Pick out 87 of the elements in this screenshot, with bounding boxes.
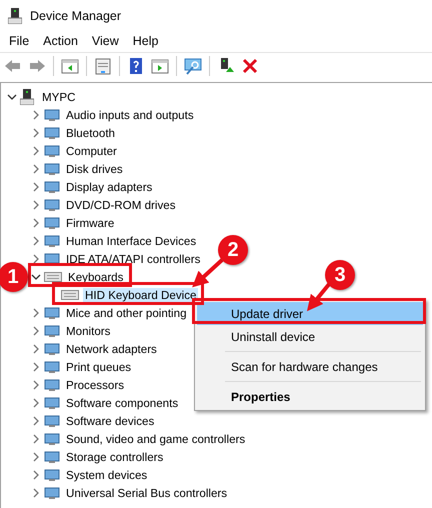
device-icon	[44, 395, 60, 411]
step-number: 2	[218, 235, 248, 265]
expand-icon[interactable]	[31, 236, 41, 246]
tree-item[interactable]: Software components	[64, 396, 180, 410]
tree-item[interactable]: Network adapters	[64, 342, 159, 356]
step-number: 1	[0, 262, 28, 292]
expand-icon[interactable]	[31, 326, 41, 336]
window-icon[interactable]	[150, 57, 170, 75]
expand-icon[interactable]	[31, 182, 41, 192]
device-icon	[44, 179, 60, 195]
tree-item[interactable]: Computer	[64, 144, 119, 158]
tree-item[interactable]: Software devices	[64, 414, 156, 428]
arrow	[306, 282, 332, 312]
expand-icon[interactable]	[31, 380, 41, 390]
tree-item[interactable]: Keyboards	[66, 270, 126, 284]
tree-item[interactable]: Disk drives	[64, 162, 125, 176]
menu-item[interactable]: View	[84, 32, 126, 52]
expand-icon[interactable]	[31, 470, 41, 480]
expand-icon[interactable]	[31, 128, 41, 138]
device-icon	[44, 143, 60, 159]
collapse-icon[interactable]	[7, 92, 17, 102]
tree-item[interactable]: Mice and other pointing	[64, 306, 189, 320]
tree-item[interactable]: Processors	[64, 378, 126, 392]
device-icon	[44, 305, 60, 321]
expand-icon[interactable]	[31, 146, 41, 156]
tree-item[interactable]: Monitors	[64, 324, 112, 338]
keyboard-icon	[61, 289, 79, 301]
computer-icon	[20, 89, 34, 105]
device-icon	[44, 233, 60, 249]
delete-icon[interactable]	[240, 57, 260, 75]
properties-icon[interactable]	[93, 57, 113, 75]
keyboard-icon	[44, 271, 62, 283]
tree-item[interactable]: DVD/CD-ROM drives	[64, 198, 178, 212]
expand-icon[interactable]	[31, 452, 41, 462]
tree-item[interactable]: Storage controllers	[64, 450, 166, 464]
expand-icon[interactable]	[31, 200, 41, 210]
back-icon[interactable]	[3, 57, 23, 75]
tree-item[interactable]: Audio inputs and outputs	[64, 108, 196, 122]
tree-item[interactable]: Human Interface Devices	[64, 234, 198, 248]
device-icon	[44, 107, 60, 123]
device-icon	[44, 323, 60, 339]
expand-icon[interactable]	[31, 362, 41, 372]
tree-item[interactable]: Display adapters	[64, 180, 154, 194]
collapse-icon[interactable]	[31, 272, 41, 282]
step-number: 3	[325, 260, 355, 290]
window-title: Device Manager	[30, 9, 122, 23]
expand-icon[interactable]	[31, 164, 41, 174]
tree-item[interactable]: Bluetooth	[64, 126, 117, 140]
device-icon	[44, 467, 60, 483]
device-icon	[44, 359, 60, 375]
expand-icon[interactable]	[31, 344, 41, 354]
menu-item[interactable]: File	[2, 32, 36, 52]
device-icon	[44, 341, 60, 357]
monitor-search-icon[interactable]	[183, 57, 203, 75]
device-icon	[44, 161, 60, 177]
device-icon	[44, 485, 60, 501]
expand-icon[interactable]	[31, 434, 41, 444]
device-icon	[44, 215, 60, 231]
expand-icon[interactable]	[31, 416, 41, 426]
tree-item[interactable]: MYPC	[40, 90, 78, 104]
device-icon	[44, 197, 60, 213]
app-icon	[8, 8, 22, 24]
menu-item[interactable]: Action	[36, 32, 85, 52]
expand-icon[interactable]	[31, 488, 41, 498]
tree-item[interactable]: Print queues	[64, 360, 134, 374]
device-icon	[44, 125, 60, 141]
expand-icon[interactable]	[31, 218, 41, 228]
menu-item[interactable]: Properties	[197, 385, 423, 408]
expand-icon[interactable]	[31, 110, 41, 120]
tree-item[interactable]: Sound, video and game controllers	[64, 432, 248, 446]
expand-icon[interactable]	[31, 398, 41, 408]
device-icon	[44, 449, 60, 465]
expand-icon[interactable]	[31, 308, 41, 318]
window-icon[interactable]	[60, 57, 80, 75]
tree-item[interactable]: IDE ATA/ATAPI controllers	[64, 252, 202, 266]
tree-item[interactable]: Universal Serial Bus controllers	[64, 486, 230, 500]
tree-item[interactable]: System devices	[64, 468, 150, 482]
device-icon	[44, 413, 60, 429]
forward-icon[interactable]	[27, 57, 47, 75]
tree-item[interactable]: HID Keyboard Device	[83, 288, 198, 302]
expand-icon[interactable]	[31, 254, 41, 264]
menu-item[interactable]: Scan for hardware changes	[197, 355, 423, 378]
menu-item[interactable]: Help	[126, 32, 166, 52]
menu-item[interactable]: Uninstall device	[197, 325, 423, 348]
tree-item[interactable]: Firmware	[64, 216, 116, 230]
device-icon	[44, 431, 60, 447]
device-icon	[44, 377, 60, 393]
